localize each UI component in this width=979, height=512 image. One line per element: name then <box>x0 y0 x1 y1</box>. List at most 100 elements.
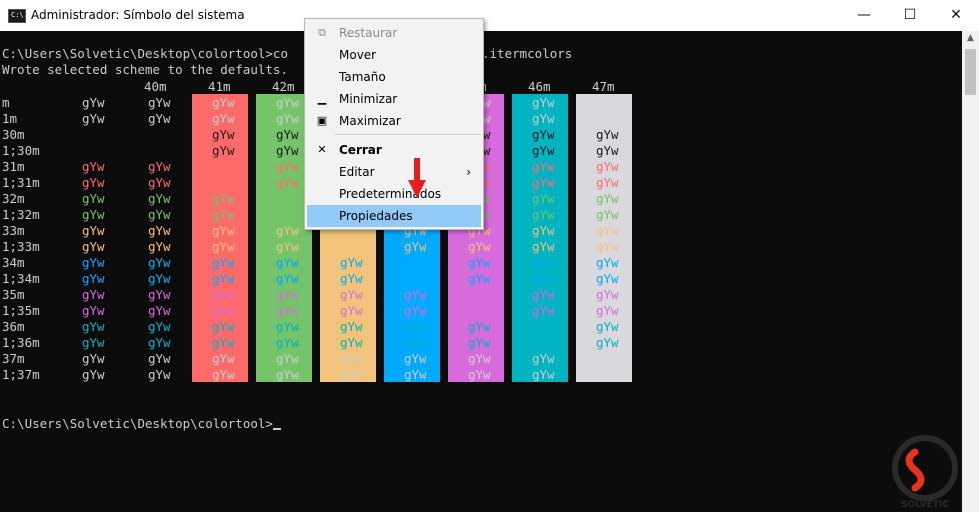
maximize-icon: ▣ <box>316 114 328 127</box>
color-sample-cell: gYw <box>148 271 171 286</box>
color-sample-cell: gYw <box>212 367 235 382</box>
color-sample-cell: gYw <box>148 191 171 206</box>
color-sample-cell: gYw <box>340 255 363 270</box>
menu-item-restaurar[interactable]: ⧉ Restaurar <box>307 22 481 44</box>
menu-separator <box>335 134 481 135</box>
color-sample-cell: gYw <box>212 223 235 238</box>
minimize-button[interactable]: — <box>841 0 887 31</box>
column-header: 46m <box>528 79 551 94</box>
color-sample-cell: gYw <box>596 143 619 158</box>
svg-text:SOLVETIC: SOLVETIC <box>901 500 949 510</box>
row-label: 35m <box>2 287 25 302</box>
row-label: 31m <box>2 159 25 174</box>
row-label: 32m <box>2 191 25 206</box>
color-sample-cell: gYw <box>596 191 619 206</box>
restore-icon: ⧉ <box>318 26 326 39</box>
menu-item-label: Restaurar <box>339 26 398 40</box>
color-sample-cell: gYw <box>532 303 555 318</box>
color-sample-cell: gYw <box>212 255 235 270</box>
scroll-up-arrow-icon[interactable]: ▲ <box>962 33 979 47</box>
color-sample-cell: gYw <box>596 127 619 142</box>
color-sample-cell: gYw <box>148 255 171 270</box>
prompt-line[interactable]: C:\Users\Solvetic\Desktop\colortool> <box>2 416 281 432</box>
row-label: 1;34m <box>2 271 40 286</box>
color-sample-cell: gYw <box>532 159 555 174</box>
color-sample-cell: gYw <box>404 367 427 382</box>
color-sample-cell: gYw <box>148 175 171 190</box>
color-sample-cell: gYw <box>468 351 491 366</box>
menu-item-predeterminados[interactable]: Predeterminados <box>307 183 481 205</box>
color-sample-cell: gYw <box>596 223 619 238</box>
color-sample-cell: gYw <box>404 351 427 366</box>
color-sample-cell: gYw <box>212 207 235 222</box>
color-sample-cell: gYw <box>82 271 105 286</box>
color-sample-cell: gYw <box>468 255 491 270</box>
submenu-arrow-icon: › <box>466 165 471 179</box>
menu-item-propiedades[interactable]: Propiedades <box>307 205 481 227</box>
menu-item-label: Maximizar <box>339 114 401 128</box>
row-label: 1;30m <box>2 143 40 158</box>
menu-item-tamaño[interactable]: Tamaño <box>307 66 481 88</box>
color-sample-cell: gYw <box>276 287 299 302</box>
row-label: 1;31m <box>2 175 40 190</box>
color-sample-cell: gYw <box>212 95 235 110</box>
color-sample-cell: gYw <box>340 319 363 334</box>
color-sample-cell: gYw <box>212 287 235 302</box>
row-label: 1;35m <box>2 303 40 318</box>
color-sample-cell: gYw <box>276 319 299 334</box>
color-sample-cell: gYw <box>82 159 105 174</box>
color-sample-cell: gYw <box>212 319 235 334</box>
color-sample-cell: gYw <box>276 335 299 350</box>
menu-item-label: Tamaño <box>339 70 386 84</box>
menu-item-cerrar[interactable]: ✕ Cerrar <box>307 139 481 161</box>
color-sample-cell: gYw <box>404 335 427 350</box>
color-sample-cell: gYw <box>82 287 105 302</box>
color-sample-cell: gYw <box>276 351 299 366</box>
color-sample-cell: gYw <box>276 239 299 254</box>
command-tail: .itermcolors <box>482 46 573 61</box>
color-sample-cell: gYw <box>82 95 105 110</box>
color-sample-cell: gYw <box>148 239 171 254</box>
color-sample-cell: gYw <box>340 367 363 382</box>
scrollbar-thumb[interactable] <box>965 49 976 95</box>
menu-item-minimizar[interactable]: ▁ Minimizar <box>307 88 481 110</box>
color-sample-cell: gYw <box>82 111 105 126</box>
color-sample-cell: gYw <box>532 351 555 366</box>
color-sample-cell: gYw <box>82 303 105 318</box>
cmd-icon[interactable]: C:\ <box>8 9 26 23</box>
row-label: 1;37m <box>2 367 40 382</box>
color-sample-cell: gYw <box>148 111 171 126</box>
menu-item-maximizar[interactable]: ▣ Maximizar <box>307 110 481 132</box>
close-icon: ✕ <box>317 143 327 156</box>
color-sample-cell: gYw <box>532 207 555 222</box>
color-sample-cell: gYw <box>212 127 235 142</box>
row-label: 34m <box>2 255 25 270</box>
column-header: 42m <box>272 79 295 94</box>
color-sample-cell: gYw <box>276 367 299 382</box>
command-line: C:\Users\Solvetic\Desktop\colortool>co .i… <box>2 46 572 62</box>
text-cursor <box>272 428 281 430</box>
row-label: 1;36m <box>2 335 40 350</box>
close-button[interactable]: ✕ <box>933 0 979 31</box>
menu-item-label: Mover <box>339 48 377 62</box>
color-sample-cell: gYw <box>148 95 171 110</box>
color-sample-cell: gYw <box>82 255 105 270</box>
title-bar[interactable]: C:\ Administrador: Símbolo del sistema —… <box>0 0 979 32</box>
color-sample-cell: gYw <box>276 143 299 158</box>
menu-item-label: Minimizar <box>339 92 398 106</box>
menu-item-mover[interactable]: Mover <box>307 44 481 66</box>
color-sample-cell: gYw <box>596 335 619 350</box>
color-sample-cell: gYw <box>148 335 171 350</box>
color-sample-cell: gYw <box>468 367 491 382</box>
window-title: Administrador: Símbolo del sistema <box>31 8 245 22</box>
color-sample-cell: gYw <box>276 271 299 286</box>
maximize-button[interactable]: ☐ <box>887 0 933 31</box>
color-sample-cell: gYw <box>212 191 235 206</box>
color-sample-cell: gYw <box>82 207 105 222</box>
menu-item-editar[interactable]: Editar › <box>307 161 481 183</box>
red-arrow-icon <box>408 158 426 198</box>
color-sample-cell: gYw <box>148 287 171 302</box>
color-sample-cell: gYw <box>468 271 491 286</box>
column-header: 47m <box>592 79 615 94</box>
color-sample-cell: gYw <box>212 303 235 318</box>
